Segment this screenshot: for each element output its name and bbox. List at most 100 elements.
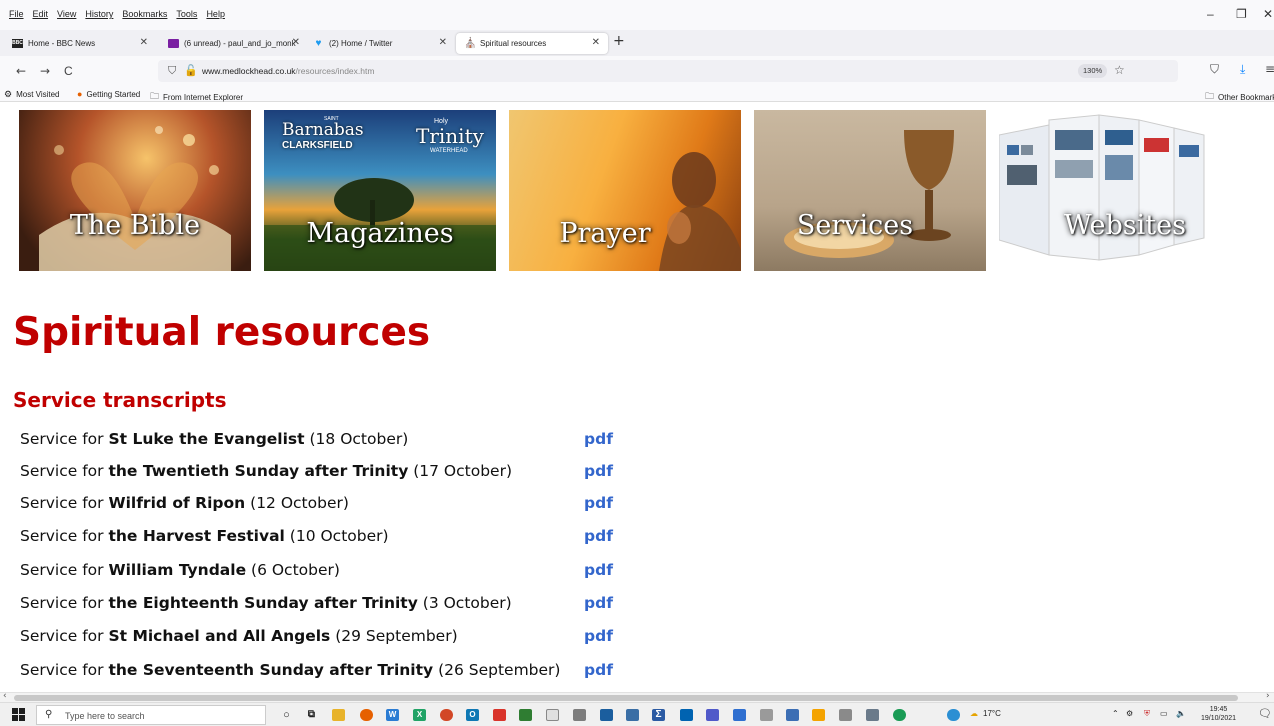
service-name: Wilfrid of Ripon — [108, 494, 246, 512]
tray-expand-icon[interactable]: ⌃ — [1112, 709, 1119, 718]
mail-icon — [168, 39, 179, 48]
pdf-link[interactable]: pdf — [584, 494, 613, 512]
close-window-button[interactable]: ✕ — [1263, 7, 1273, 21]
bookmark-star-icon[interactable]: ☆ — [1114, 63, 1125, 77]
prayer-banner[interactable]: Prayer — [509, 110, 741, 271]
acrobat-icon[interactable] — [493, 709, 506, 721]
app-menu-icon[interactable]: ≡ — [1265, 62, 1274, 76]
pdf-link[interactable]: pdf — [584, 627, 613, 645]
notifications-icon[interactable]: 🗨 — [1258, 707, 1272, 720]
powerpoint-icon[interactable] — [440, 709, 453, 721]
photos-icon[interactable] — [760, 709, 773, 721]
trinity-text: Trinity — [416, 124, 484, 148]
app-icon[interactable] — [573, 709, 586, 721]
menu-view[interactable]: View — [57, 9, 76, 19]
windows-start-icon[interactable] — [12, 708, 26, 722]
tab-twitter[interactable]: ♥ (2) Home / Twitter ✕ — [305, 33, 455, 54]
lock-icon[interactable]: 🔓 — [184, 64, 198, 77]
service-name: the Twentieth Sunday after Trinity — [108, 462, 409, 480]
close-tab-icon[interactable]: ✕ — [439, 37, 447, 48]
pocket-icon[interactable]: ⛉ — [1210, 62, 1219, 77]
cortana-icon[interactable]: ○ — [280, 709, 293, 721]
scroll-right-icon[interactable]: › — [1266, 691, 1270, 701]
minimize-button[interactable]: – — [1207, 7, 1214, 21]
pdf-link[interactable]: pdf — [584, 462, 613, 480]
firefox-icon: ● — [77, 89, 83, 99]
download-icon[interactable]: ⤓ — [1240, 62, 1245, 77]
chrome-icon[interactable] — [893, 709, 906, 721]
menu-history[interactable]: History — [85, 9, 113, 19]
onedrive-icon[interactable] — [947, 709, 960, 721]
menu-bookmarks[interactable]: Bookmarks — [122, 9, 167, 19]
pdf-link[interactable]: pdf — [584, 594, 613, 612]
tab-bbc-news[interactable]: BBC Home - BBC News ✕ — [4, 33, 156, 54]
excel-icon[interactable]: X — [413, 709, 426, 721]
bookmark-internet-explorer[interactable]: 🗀 From Internet Explorer — [150, 89, 243, 105]
outlook-icon[interactable]: O — [466, 709, 479, 721]
sigma-icon[interactable]: Σ — [652, 709, 665, 721]
restore-button[interactable]: ❐ — [1236, 7, 1247, 21]
tab-spiritual-resources[interactable]: ⛪ Spiritual resources ✕ — [456, 33, 608, 54]
taskbar-clock[interactable]: 19:45 19/10/2021 — [1201, 705, 1236, 723]
new-tab-button[interactable]: + — [613, 33, 625, 49]
reload-button[interactable]: C — [64, 64, 73, 78]
bookmark-getting-started[interactable]: ● Getting Started — [77, 89, 140, 99]
pdf-link[interactable]: pdf — [584, 430, 613, 448]
close-tab-icon[interactable]: ✕ — [140, 37, 148, 48]
onenote-icon[interactable] — [812, 709, 825, 721]
task-view-icon[interactable]: ⧉ — [305, 709, 318, 721]
websites-banner[interactable]: Websites — [999, 110, 1231, 271]
excel-alt-icon[interactable] — [519, 709, 532, 721]
firefox-taskbar-icon[interactable] — [360, 709, 373, 721]
pdf-link[interactable]: pdf — [584, 561, 613, 579]
folder-icon: 🗀 — [1205, 91, 1215, 101]
url-text[interactable]: www.medlockhead.co.uk/resources/index.ht… — [202, 66, 374, 76]
volume-icon[interactable]: 🔈 — [1176, 709, 1186, 718]
file-explorer-icon[interactable] — [332, 709, 345, 721]
address-bar[interactable]: ⛉ 🔓 www.medlockhead.co.uk/resources/inde… — [158, 60, 1178, 82]
service-row: Service for St Michael and All Angels (2… — [20, 627, 458, 647]
display-icon[interactable]: ▭ — [1160, 709, 1168, 718]
close-tab-icon[interactable]: ✕ — [592, 37, 600, 48]
scrollbar-thumb[interactable] — [14, 695, 1238, 701]
mail-app-icon[interactable] — [680, 709, 693, 721]
menu-tools[interactable]: Tools — [176, 9, 197, 19]
pdf-link[interactable]: pdf — [584, 661, 613, 679]
book-heart-illustration — [39, 126, 231, 271]
service-date: (10 October) — [289, 527, 389, 545]
menu-edit[interactable]: Edit — [33, 9, 49, 19]
bible-banner[interactable]: The Bible — [19, 110, 251, 271]
bookmark-label: Most Visited — [16, 90, 60, 99]
paint-icon[interactable] — [546, 709, 559, 721]
network-icon[interactable]: ⚙ — [1126, 709, 1133, 718]
chart-app-icon[interactable] — [600, 709, 613, 721]
tab-label: (6 unread) - paul_and_jo_monk — [184, 39, 296, 48]
horizontal-scrollbar[interactable]: ‹ › — [0, 691, 1274, 702]
forward-button[interactable]: → — [40, 64, 50, 78]
shield-icon[interactable]: ⛉ — [168, 64, 176, 78]
scroll-left-icon[interactable]: ‹ — [3, 691, 7, 701]
search-placeholder[interactable]: Type here to search — [65, 711, 145, 721]
tool-icon[interactable] — [839, 709, 852, 721]
image-app-icon[interactable] — [626, 709, 639, 721]
bookmark-other[interactable]: 🗀 Other Bookmarks — [1205, 89, 1274, 105]
menu-help[interactable]: Help — [206, 9, 225, 19]
weather-temperature[interactable]: 17°C — [983, 709, 1001, 718]
security-tray-icon[interactable]: ⛨ — [1144, 709, 1150, 719]
zoom-level-badge[interactable]: 130% — [1078, 64, 1108, 78]
services-banner[interactable]: Services — [754, 110, 986, 271]
magazines-banner[interactable]: Barnabas SAINT CLARKSFIELD Holy Trinity … — [264, 110, 496, 271]
taskbar-search-box[interactable]: ⚲ Type here to search — [36, 705, 266, 725]
teams-icon[interactable] — [706, 709, 719, 721]
pdf-link[interactable]: pdf — [584, 527, 613, 545]
tab-mail[interactable]: (6 unread) - paul_and_jo_monk ✕ — [160, 33, 308, 54]
barnabas-text: Barnabas — [282, 120, 364, 140]
store-icon[interactable] — [733, 709, 746, 721]
menu-file[interactable]: File — [9, 9, 24, 19]
settings-app-icon[interactable] — [786, 709, 799, 721]
word-icon[interactable]: W — [386, 709, 399, 721]
camera-icon[interactable] — [866, 709, 879, 721]
back-button[interactable]: ← — [16, 64, 26, 78]
close-tab-icon[interactable]: ✕ — [292, 37, 300, 48]
bookmark-most-visited[interactable]: ⚙ Most Visited — [4, 89, 60, 100]
